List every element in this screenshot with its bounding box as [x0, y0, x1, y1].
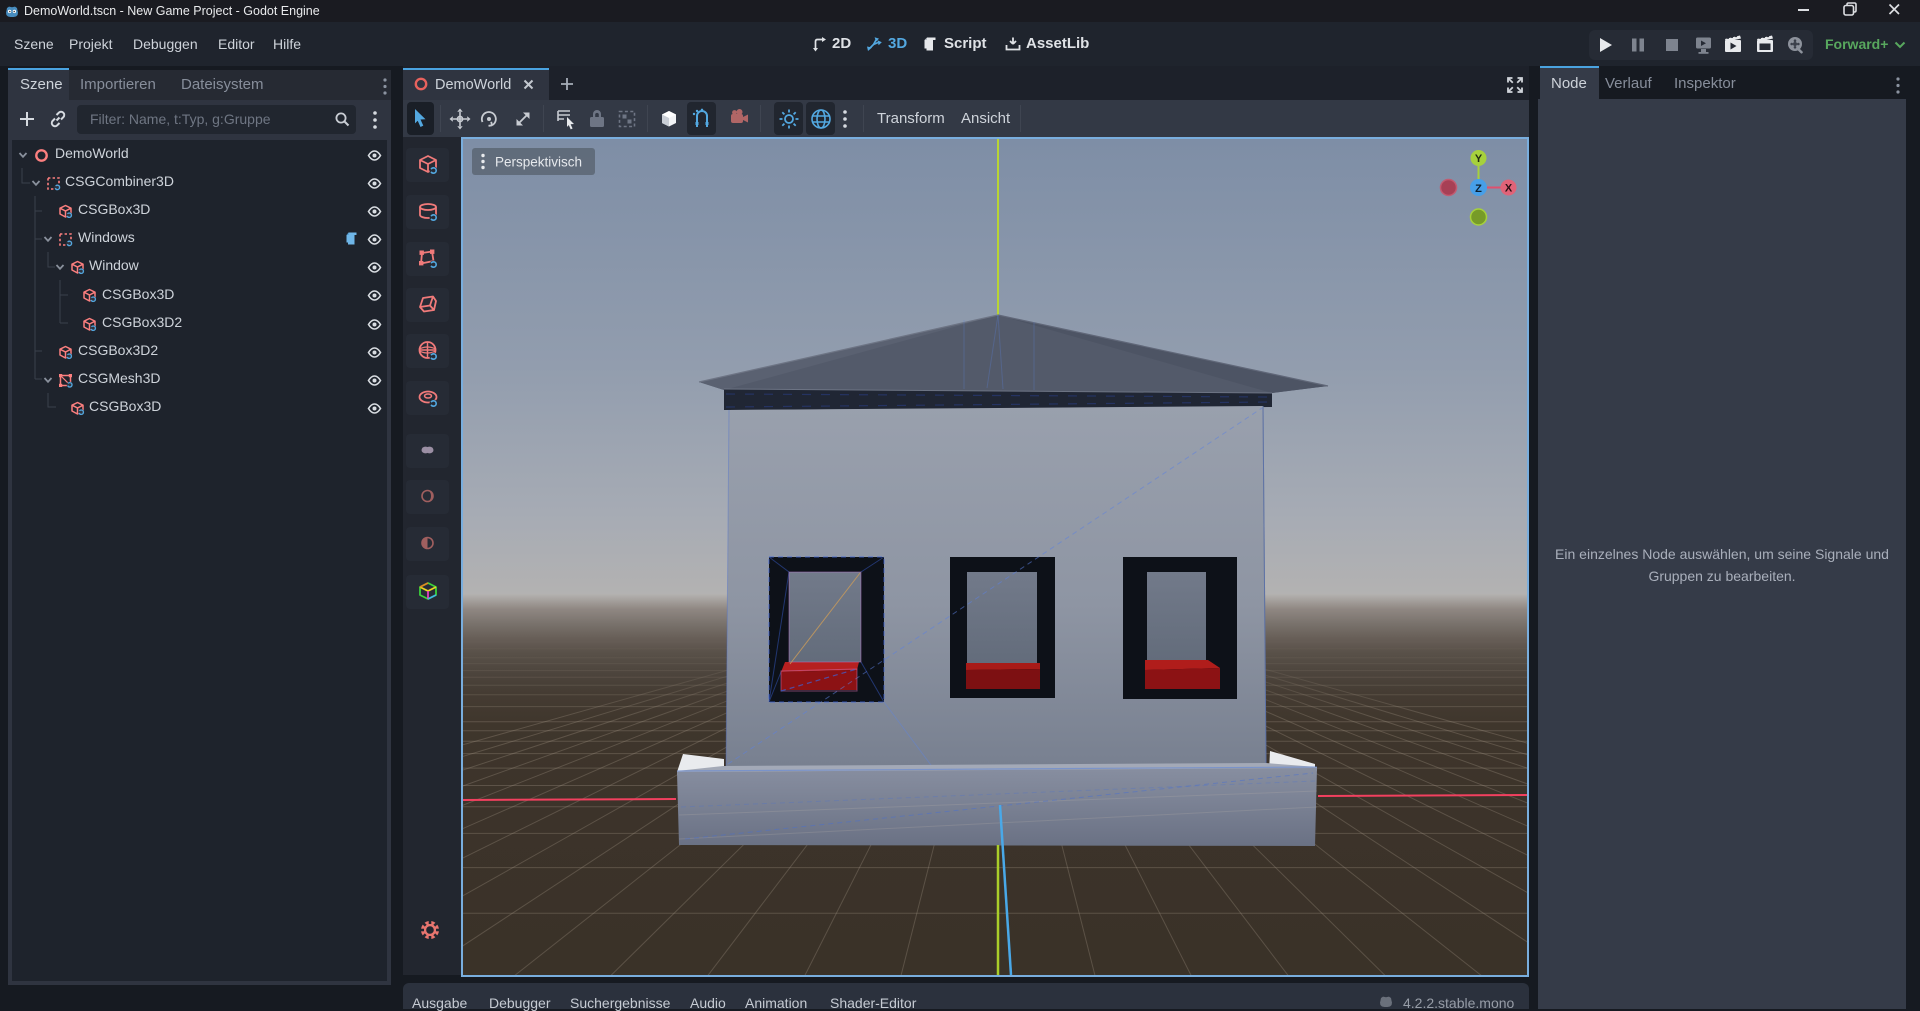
svg-text:Perspektivisch: Perspektivisch	[495, 155, 582, 170]
svg-text:X: X	[1505, 183, 1513, 195]
svg-text:Z: Z	[1475, 183, 1482, 195]
svg-text:Y: Y	[1475, 153, 1483, 165]
